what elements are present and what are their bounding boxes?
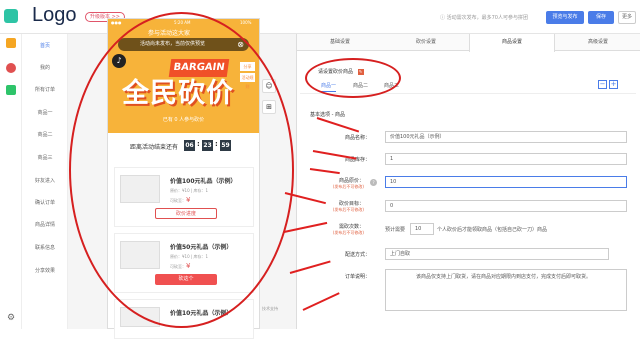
gear-icon[interactable]: ⚙: [6, 313, 16, 323]
times-prefix: 预计需要: [385, 227, 406, 233]
delivery-select[interactable]: 上门自取: [385, 248, 609, 260]
sidebar-item-product-detail[interactable]: 商品详情: [22, 221, 68, 228]
annotation-circle: [69, 12, 294, 328]
times-suffix: 个人砍价后才能领取商品（包括自己砍一刀）商品: [437, 227, 548, 233]
price-sub: (发布后不可修改): [332, 184, 364, 189]
sidebar-item-share[interactable]: 分享效果: [22, 267, 68, 274]
sidebar-item-contact[interactable]: 联系信息: [22, 244, 68, 251]
top-hint: ⓘ 活动需次发布，最多70人可参与拼团: [440, 14, 528, 21]
times-sub: (发布后不可修改): [332, 230, 364, 235]
sidebar-item-orders[interactable]: 所有订单: [22, 86, 68, 93]
signal-icon: ●●●: [111, 20, 122, 25]
star-icon[interactable]: [6, 38, 16, 48]
target-sub: (发布后不可修改): [332, 207, 364, 212]
stock-input[interactable]: 1: [385, 153, 627, 165]
page-sidebar: 首页 我的 所有订单 商品一 商品二 商品三 好友进入 确认订单 商品详情 联系…: [22, 34, 68, 329]
sidebar-item-product-1[interactable]: 商品一: [22, 109, 68, 116]
sidebar-item-product-3[interactable]: 商品三: [22, 154, 68, 161]
annotation-circle: [305, 58, 401, 98]
preview-publish-button[interactable]: 预览与发布: [546, 11, 584, 24]
battery-level: 100%: [240, 20, 252, 25]
name-label: 商品名称：: [344, 135, 370, 141]
more-label: 更多: [621, 14, 632, 20]
tab-product[interactable]: 商品设置: [469, 34, 555, 52]
name-input[interactable]: 价值100元礼品（示例）: [385, 131, 627, 143]
tab-advanced[interactable]: 高级设置: [555, 34, 640, 51]
times-input[interactable]: 10: [410, 223, 434, 235]
sidebar-item-home[interactable]: 首页: [22, 42, 68, 49]
sidebar-item-product-2[interactable]: 商品二: [22, 131, 68, 138]
delivery-label: 配送方式：: [344, 252, 370, 258]
tab-basic[interactable]: 基础设置: [297, 34, 383, 51]
note-textarea[interactable]: 该商品仅支持上门取货，请在商品对应期限内到店支付，完成支付后即可取货。: [385, 269, 627, 311]
sidebar-item-mine[interactable]: 我的: [22, 64, 68, 71]
remove-product-icon[interactable]: −: [598, 80, 607, 89]
save-button[interactable]: 保存: [588, 11, 614, 24]
help-icon[interactable]: ?: [370, 179, 377, 186]
footer-note: 技术支持: [262, 306, 278, 311]
eye-icon[interactable]: [6, 63, 16, 73]
sidebar-item-friends[interactable]: 好友进入: [22, 177, 68, 184]
top-hint-text: 活动需次发布，最多70人可参与拼团: [446, 15, 528, 21]
more-button[interactable]: 更多: [618, 11, 636, 24]
add-product-icon[interactable]: +: [609, 80, 618, 89]
info-icon: ⓘ: [440, 15, 447, 21]
logo[interactable]: Logo: [32, 4, 77, 27]
icon-nav: ⚙: [0, 34, 22, 329]
price-label: 商品原价：: [338, 178, 364, 184]
price-input[interactable]: 10: [385, 176, 627, 188]
app-icon[interactable]: [4, 9, 18, 23]
card-icon[interactable]: [6, 85, 16, 95]
target-input[interactable]: 0: [385, 200, 627, 212]
top-bar: Logo 升级版本 >> ⓘ 活动需次发布，最多70人可参与拼团 预览与发布 保…: [0, 0, 640, 34]
settings-tabs: 基础设置 砍价设置 商品设置 高级设置: [297, 34, 640, 52]
note-label: 订单说明：: [344, 274, 370, 280]
stock-label: 商品库存：: [344, 157, 370, 163]
tab-bargain[interactable]: 砍价设置: [383, 34, 469, 51]
sidebar-item-confirm-order[interactable]: 确认订单: [22, 199, 68, 206]
section-title: 基本选项 - 商品: [310, 112, 345, 118]
